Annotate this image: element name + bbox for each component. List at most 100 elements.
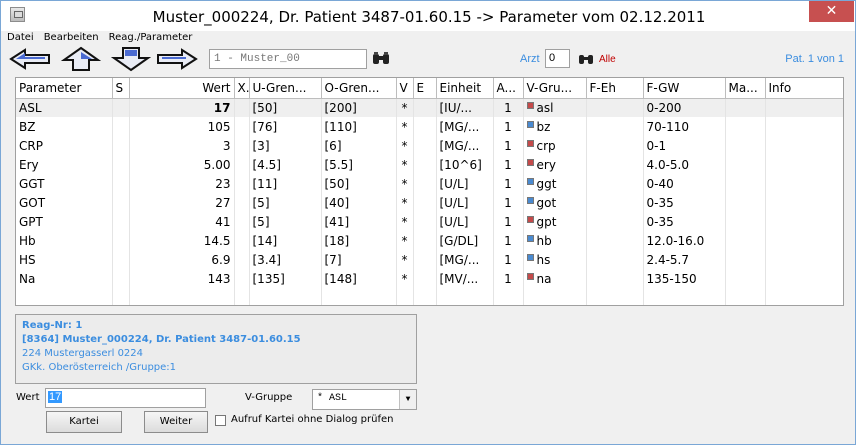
- parameter-grid[interactable]: Parameter S Wert X. U-Gren... O-Gren... V E Einh…: [15, 77, 844, 306]
- table-row[interactable]: GOT 27 [5] [40] * [U/L] 1 got 0-35: [16, 193, 843, 212]
- vgruppe-select[interactable]: * ASL ▼: [312, 389, 417, 410]
- cell-e: [413, 136, 437, 155]
- cell-o: [6]: [321, 136, 397, 155]
- arrow-left-icon[interactable]: [9, 48, 50, 70]
- cell-wert: 17: [129, 98, 235, 117]
- cell-param: BZ: [16, 117, 113, 136]
- cell-s: [112, 193, 130, 212]
- column-header[interactable]: V: [396, 78, 414, 99]
- vgru-text: bz: [536, 119, 551, 134]
- menu-bearbeiten[interactable]: Bearbeiten: [44, 32, 99, 46]
- menu-datei[interactable]: Datei: [7, 32, 34, 46]
- column-header[interactable]: E: [413, 78, 437, 99]
- binoculars-icon[interactable]: [578, 52, 594, 65]
- cell-u: [5]: [249, 193, 322, 212]
- cell-einheit: [IU/...: [436, 98, 494, 117]
- column-header[interactable]: Einheit: [436, 78, 494, 99]
- cell-vgru: asl: [523, 98, 587, 117]
- grid-body: ASL 17 [50] [200] * [IU/... 1 asl 0-200 BZ 105 [76]…: [16, 98, 843, 305]
- wert-input[interactable]: 17: [45, 388, 206, 408]
- cell-x: [234, 250, 250, 269]
- cell-param: CRP: [16, 136, 113, 155]
- cell-v: *: [396, 136, 414, 155]
- red-marker-icon: [526, 158, 534, 166]
- column-header[interactable]: F-Eh: [586, 78, 644, 99]
- cell-einheit: [MV/...: [436, 269, 494, 288]
- table-row[interactable]: CRP 3 [3] [6] * [MG/... 1 crp 0-1: [16, 136, 843, 155]
- cell-s: [112, 117, 130, 136]
- kartei-check-checkbox[interactable]: [215, 415, 226, 426]
- blue-marker-icon: [526, 253, 534, 261]
- vgruppe-label: V-Gruppe: [245, 392, 293, 403]
- cell-v: *: [396, 193, 414, 212]
- cell-wert: 5.00: [129, 155, 235, 174]
- column-header[interactable]: Wert: [129, 78, 235, 99]
- main-window: Muster_000224, Dr. Patient 3487-01.60.15…: [0, 0, 856, 445]
- cell-feh: [586, 269, 644, 288]
- cell-info: [765, 98, 843, 117]
- cell-info: [765, 231, 843, 250]
- chevron-down-icon[interactable]: ▼: [399, 390, 416, 409]
- cell-u: [5]: [249, 212, 322, 231]
- arzt-field[interactable]: 0: [545, 49, 570, 68]
- cell-vgru: got: [523, 193, 587, 212]
- arrow-up-icon[interactable]: [61, 46, 101, 72]
- table-row[interactable]: Hb 14.5 [14] [18] * [G/DL] 1 hb 12.0-16.0: [16, 231, 843, 250]
- cell-a: 1: [493, 136, 524, 155]
- cell-einheit: [MG/...: [436, 136, 494, 155]
- column-header[interactable]: F-GW: [643, 78, 726, 99]
- wert-value: 17: [48, 391, 63, 403]
- column-header[interactable]: U-Gren...: [249, 78, 322, 99]
- vgru-text: ery: [536, 157, 556, 172]
- cell-einheit: [MG/...: [436, 250, 494, 269]
- kartei-button[interactable]: Kartei: [46, 411, 122, 433]
- column-header[interactable]: A...: [493, 78, 524, 99]
- cell-u: [3.4]: [249, 250, 322, 269]
- cell-s: [112, 98, 130, 117]
- table-row[interactable]: ASL 17 [50] [200] * [IU/... 1 asl 0-200: [16, 98, 843, 117]
- menu-bar: Datei Bearbeiten Reag./Parameter: [7, 32, 192, 46]
- weiter-button[interactable]: Weiter: [144, 411, 208, 433]
- cell-a: 1: [493, 155, 524, 174]
- column-header[interactable]: X.: [234, 78, 250, 99]
- table-row-empty: [16, 288, 843, 305]
- vgru-text: asl: [536, 100, 554, 115]
- cell-v: *: [396, 212, 414, 231]
- cell-feh: [586, 136, 644, 155]
- column-header[interactable]: Info: [765, 78, 843, 99]
- patient-count: Pat. 1 von 1: [785, 53, 844, 65]
- blue-marker-icon: [526, 196, 534, 204]
- cell-ma: [725, 98, 766, 117]
- table-row[interactable]: GPT 41 [5] [41] * [U/L] 1 gpt 0-35: [16, 212, 843, 231]
- close-button[interactable]: ✕: [809, 1, 854, 22]
- cell-x: [234, 155, 250, 174]
- patient-field[interactable]: 1 - Muster_00: [209, 49, 367, 69]
- vgru-text: na: [536, 271, 552, 286]
- vgru-text: hs: [536, 252, 551, 267]
- cell-ma: [725, 231, 766, 250]
- table-row[interactable]: HS 6.9 [3.4] [7] * [MG/... 1 hs 2.4-5.7: [16, 250, 843, 269]
- column-header[interactable]: S: [112, 78, 130, 99]
- table-row[interactable]: BZ 105 [76] [110] * [MG/... 1 bz 70-110: [16, 117, 843, 136]
- blue-marker-icon: [526, 177, 534, 185]
- menu-reag-parameter[interactable]: Reag./Parameter: [109, 32, 193, 46]
- arrow-down-icon[interactable]: [111, 46, 151, 72]
- column-header[interactable]: O-Gren...: [321, 78, 397, 99]
- column-header[interactable]: Parameter: [16, 78, 113, 99]
- column-header[interactable]: V-Gru...: [523, 78, 587, 99]
- cell-o: [200]: [321, 98, 397, 117]
- cell-vgru: hs: [523, 250, 587, 269]
- cell-v: *: [396, 155, 414, 174]
- alle-label[interactable]: Alle: [599, 54, 616, 65]
- cell-x: [234, 212, 250, 231]
- arrow-right-icon[interactable]: [156, 48, 198, 70]
- arzt-label: Arzt: [520, 53, 540, 65]
- binoculars-icon[interactable]: [372, 51, 390, 65]
- cell-o: [148]: [321, 269, 397, 288]
- column-header[interactable]: Ma...: [725, 78, 766, 99]
- cell-feh: [586, 250, 644, 269]
- table-row[interactable]: Na 143 [135] [148] * [MV/... 1 na 135-150: [16, 269, 843, 288]
- table-row[interactable]: Ery 5.00 [4.5] [5.5] * [10^6] 1 ery 4.0-5.0: [16, 155, 843, 174]
- table-row[interactable]: GGT 23 [11] [50] * [U/L] 1 ggt 0-40: [16, 174, 843, 193]
- cell-o: [110]: [321, 117, 397, 136]
